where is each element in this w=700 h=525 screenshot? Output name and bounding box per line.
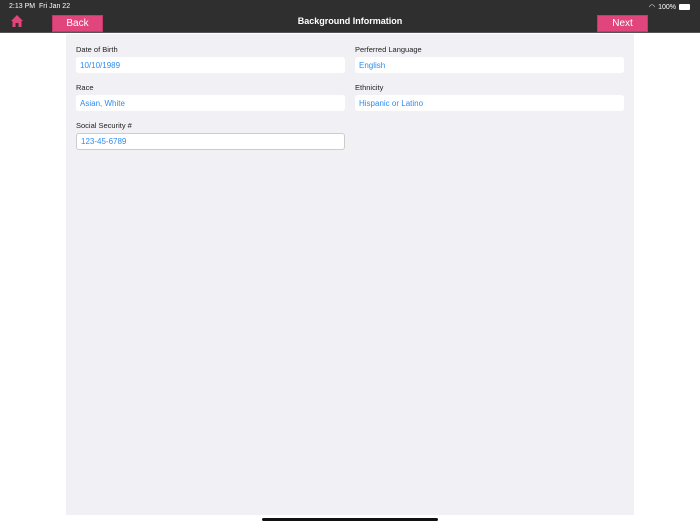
date: Fri Jan 22 [38,3,71,10]
ssn-field[interactable]: 123-45-6789 [76,133,345,150]
battery-icon [679,4,690,10]
status-time: 2:13 PM Fri Jan 22 [9,3,70,10]
ssn-label: Social Security # [76,121,132,130]
dob-field[interactable]: 10/10/1989 [76,57,345,73]
race-label: Race [76,83,94,92]
ethnicity-field[interactable]: Hispanic or Latino [355,95,624,111]
battery-percent: 100% [658,3,676,11]
time: 2:13 PM [9,3,36,10]
next-button[interactable]: Next [597,15,648,32]
form-panel: Date of Birth 10/10/1989 Perferred Langu… [66,34,634,515]
page-title: Background Information [297,16,403,26]
language-label: Perferred Language [355,45,422,54]
ethnicity-label: Ethnicity [355,83,384,92]
race-field[interactable]: Asian, White [76,95,345,111]
home-indicator[interactable] [262,518,438,521]
status-right: ◠ 100% [649,3,690,11]
dob-label: Date of Birth [76,45,118,54]
language-field[interactable]: English [355,57,624,73]
nav-bar: 2:13 PM Fri Jan 22 ◠ 100% Back Backgroun… [0,0,700,33]
wifi-icon: ◠ [648,4,656,11]
